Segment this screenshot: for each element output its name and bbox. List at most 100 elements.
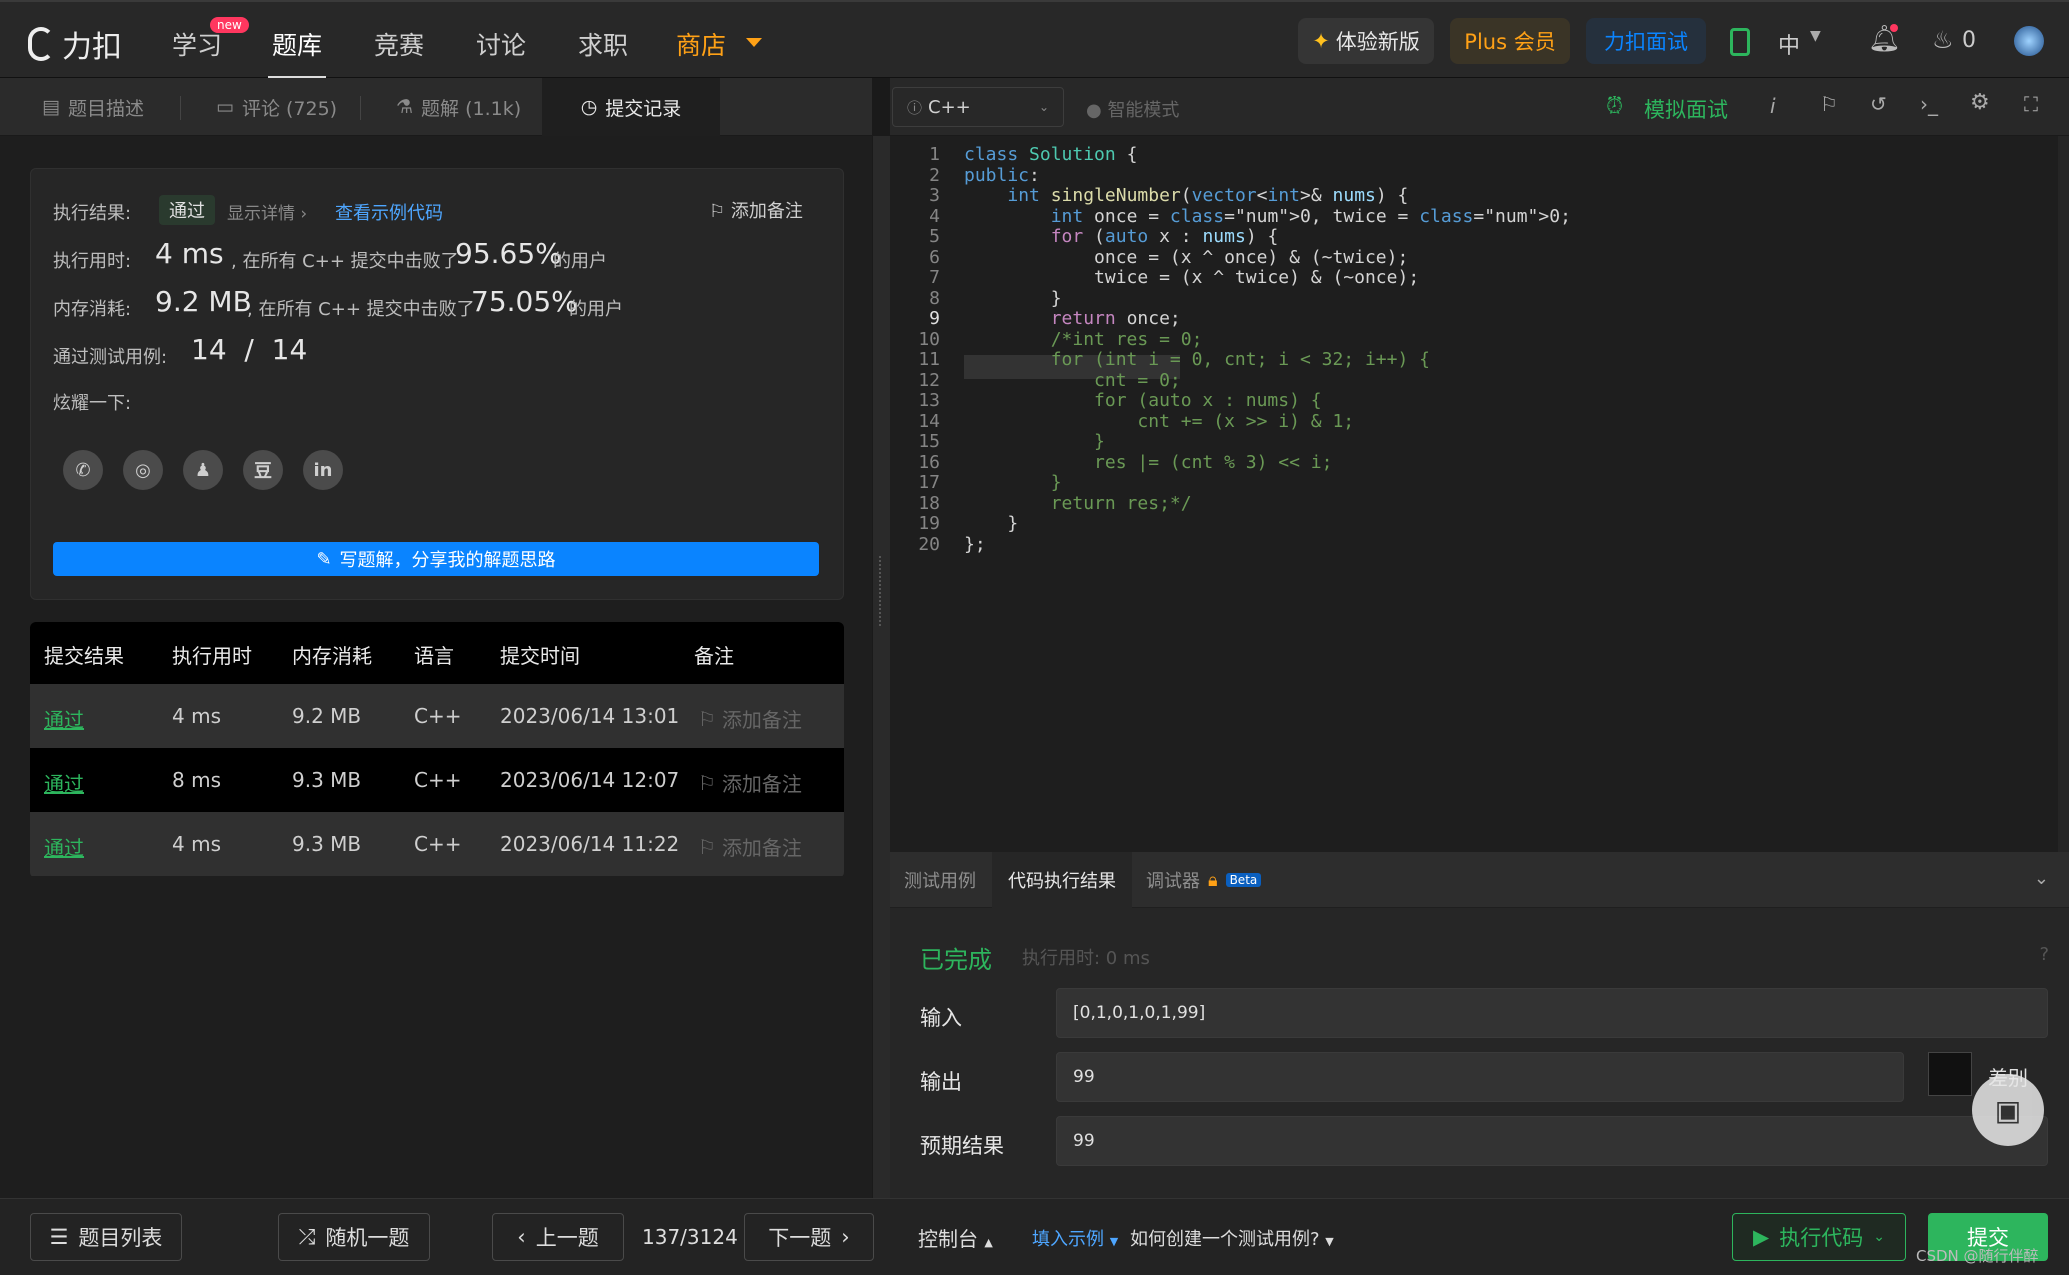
douban-icon[interactable]: 豆 <box>243 450 283 490</box>
input-label: 输入 <box>920 1006 962 1030</box>
chevron-down-icon[interactable]: ▼ <box>1810 28 1821 44</box>
chevron-left-icon: ‹ <box>517 1225 526 1249</box>
try-new-version-button[interactable]: ✦ 体验新版 <box>1298 18 1434 64</box>
collapse-chevron-icon[interactable]: ⌄ <box>2034 868 2049 889</box>
console-toggle[interactable]: 控制台 ▲ <box>918 1223 993 1252</box>
expected-value: 99 <box>1056 1116 2048 1166</box>
table-row[interactable]: 通过 8 ms 9.3 MB C++ 2023/06/14 12:07 ⚐ 添加备… <box>30 748 844 812</box>
smart-mode-toggle[interactable]: ● 智能模式 <box>1086 96 1179 122</box>
watermark: CSDN @随行伴醉 <box>1916 1247 2039 1265</box>
info-italic-icon[interactable]: i <box>1770 94 1776 118</box>
row-runtime: 4 ms <box>172 832 221 856</box>
qq-icon[interactable]: ♟ <box>183 450 223 490</box>
table-row[interactable]: 通过 4 ms 9.3 MB C++ 2023/06/14 11:22 ⚐ 添加备… <box>30 812 844 876</box>
row-status[interactable]: 通过 <box>44 768 84 797</box>
code-line: } <box>964 472 1062 493</box>
code-line: /*int res = 0; <box>964 328 1203 350</box>
line-number: 4 <box>929 205 940 227</box>
nav-store[interactable]: 商店 <box>676 26 726 62</box>
tab-test-case[interactable]: 测试用例 <box>890 852 990 908</box>
row-add-note[interactable]: ⚐ 添加备注 <box>698 832 802 861</box>
row-memory: 9.3 MB <box>292 832 362 856</box>
editor-scrollbar[interactable] <box>2058 136 2069 852</box>
input-value: [0,1,0,1,0,1,99] <box>1056 988 2048 1038</box>
wechat-icon[interactable]: ✆ <box>63 450 103 490</box>
line-number: 6 <box>929 246 940 268</box>
notification-dot <box>1890 24 1898 32</box>
next-problem-button[interactable]: 下一题 › <box>744 1213 874 1261</box>
leetcode-logo[interactable]: 力扣 <box>28 22 122 66</box>
floating-note-icon[interactable]: ▣ <box>1972 1074 2044 1146</box>
settings-icon[interactable]: ⚙ <box>1970 90 1990 115</box>
tab-debugger[interactable]: 调试器 🔒︎ Beta <box>1146 852 1262 908</box>
tab-submissions[interactable]: ◷ 提交记录 <box>542 78 720 136</box>
store-dropdown-icon[interactable] <box>746 38 762 47</box>
line-number: 13 <box>918 390 940 411</box>
fullscreen-icon[interactable]: ⛶ <box>2024 92 2038 116</box>
beta-badge: Beta <box>1225 873 1262 887</box>
linkedin-icon[interactable]: in <box>303 450 343 490</box>
problem-list-button[interactable]: ☰ 题目列表 <box>30 1213 182 1261</box>
run-code-button[interactable]: ▶ 执行代码 ⌄ <box>1732 1213 1906 1261</box>
tab-description[interactable]: ▤ 题目描述 <box>42 78 144 136</box>
tab-solutions[interactable]: ⚗ 题解 (1.1k) <box>396 78 521 136</box>
shuffle-icon: ⤮ <box>298 1224 316 1249</box>
problem-tabs: ▤ 题目描述 ▭ 评论 (725) ⚗ 题解 (1.1k) ◷ 提交记录 <box>0 78 872 136</box>
fire-icon[interactable]: ♨ <box>1932 26 1954 54</box>
show-details-link[interactable]: 显示详情 › <box>227 199 307 224</box>
result-label: 执行结果: <box>53 203 132 224</box>
row-status[interactable]: 通过 <box>44 832 84 861</box>
code-line: public: <box>964 164 1040 186</box>
flag-icon[interactable]: ⚐ <box>1820 92 1838 116</box>
row-date: 2023/06/14 12:07 <box>500 768 680 792</box>
write-solution-button[interactable]: ✎ 写题解，分享我的解题思路 <box>53 542 819 576</box>
nav-discuss[interactable]: 讨论 <box>476 26 526 62</box>
tab-run-result[interactable]: 代码执行结果 <box>992 852 1132 908</box>
line-number: 15 <box>918 431 940 452</box>
row-language: C++ <box>414 832 462 856</box>
reset-icon[interactable]: ↺ <box>1870 92 1887 116</box>
bottom-bar: ☰ 题目列表 ⤮ 随机一题 ‹ 上一题 137/3124 下一题 › 控制台 ▲ 填入示… <box>0 1198 2069 1275</box>
plus-member-button[interactable]: Plus 会员 <box>1450 18 1570 64</box>
flag-icon: ⚐ <box>698 706 716 731</box>
weibo-icon[interactable]: ◎ <box>123 450 163 490</box>
terminal-icon[interactable]: ›_ <box>1920 92 1938 116</box>
row-runtime: 4 ms <box>172 704 221 728</box>
table-row[interactable]: 通过 4 ms 9.2 MB C++ 2023/06/14 13:01 ⚐ 添加备… <box>30 684 844 748</box>
new-badge: new <box>210 17 249 33</box>
caret-down-icon: ▼ <box>1109 1235 1119 1248</box>
interview-button[interactable]: 力扣面试 <box>1586 18 1706 64</box>
line-number: 20 <box>918 533 940 555</box>
code-editor[interactable]: 1 class Solution {2 public: 3 int singleNum… <box>890 136 2069 852</box>
sample-code-link[interactable]: 查看示例代码 <box>335 199 443 225</box>
add-note-button[interactable]: ⚐ 添加备注 <box>709 197 803 223</box>
mock-interview-button[interactable]: 模拟面试 <box>1644 94 1728 124</box>
line-number: 7 <box>929 267 940 288</box>
fill-example-link[interactable]: 填入示例 ▼ <box>1032 1225 1118 1251</box>
avatar[interactable] <box>2014 26 2044 56</box>
logo-text: 力扣 <box>62 30 122 65</box>
code-line: }; <box>964 533 986 555</box>
row-add-note[interactable]: ⚐ 添加备注 <box>698 768 802 797</box>
code-line: res |= (cnt % 3) << i; <box>964 451 1333 473</box>
row-status[interactable]: 通过 <box>44 704 84 733</box>
prev-problem-button[interactable]: ‹ 上一题 <box>492 1213 624 1261</box>
language-select[interactable]: ⓘ C++ ⌄ <box>892 87 1064 127</box>
nav-contest[interactable]: 竞赛 <box>374 26 424 62</box>
code-line: cnt = 0; <box>964 369 1181 391</box>
row-date: 2023/06/14 13:01 <box>500 704 680 728</box>
nav-problems[interactable]: 题库 <box>272 26 322 62</box>
random-problem-button[interactable]: ⤮ 随机一题 <box>278 1213 430 1261</box>
diff-toggle[interactable] <box>1928 1052 1972 1096</box>
line-number: 8 <box>929 287 940 309</box>
nav-jobs[interactable]: 求职 <box>578 26 628 62</box>
help-icon[interactable]: ? <box>2039 944 2049 965</box>
mobile-app-icon[interactable] <box>1730 28 1750 56</box>
panel-resize-handle[interactable] <box>873 136 890 1198</box>
code-line: class Solution { <box>964 144 1138 165</box>
console-tabs: 测试用例 代码执行结果 调试器 🔒︎ Beta ⌄ <box>890 852 2069 908</box>
row-add-note[interactable]: ⚐ 添加备注 <box>698 704 802 733</box>
tab-comments[interactable]: ▭ 评论 (725) <box>216 78 337 136</box>
how-to-create-test-link[interactable]: 如何创建一个测试用例? ▼ <box>1130 1225 1334 1251</box>
language-switch[interactable]: 中 <box>1778 28 1800 60</box>
